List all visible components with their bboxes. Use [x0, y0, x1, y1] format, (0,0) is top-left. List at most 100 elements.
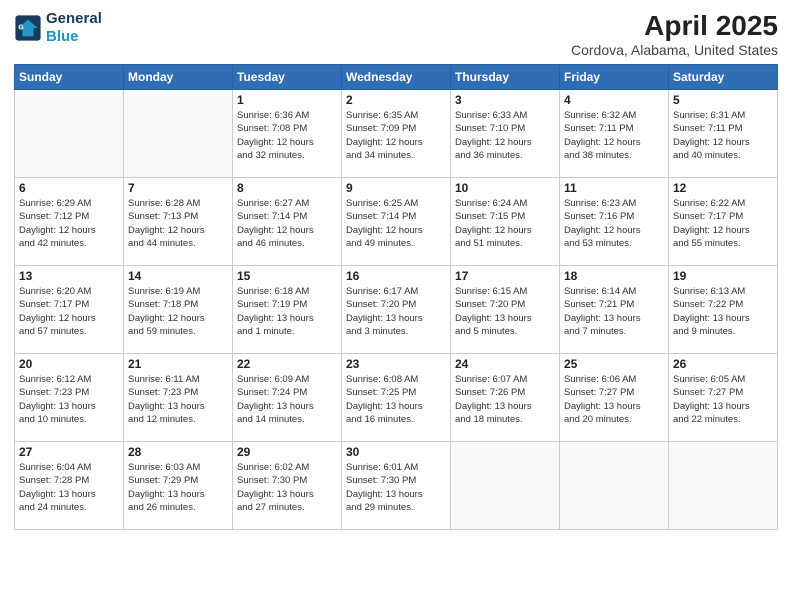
day-number: 5 — [673, 93, 773, 107]
title-block: April 2025 Cordova, Alabama, United Stat… — [571, 10, 778, 58]
day-info: Sunrise: 6:23 AMSunset: 7:16 PMDaylight:… — [564, 197, 664, 250]
calendar-day: 7 Sunrise: 6:28 AMSunset: 7:13 PMDaylight… — [124, 178, 233, 266]
day-info: Sunrise: 6:19 AMSunset: 7:18 PMDaylight:… — [128, 285, 228, 338]
day-info: Sunrise: 6:20 AMSunset: 7:17 PMDaylight:… — [19, 285, 119, 338]
calendar-day: 12Sunrise: 6:22 AMSunset: 7:17 PMDayligh… — [669, 178, 778, 266]
calendar-day: 13 Sunrise: 6:20 AMSunset: 7:17 PMDayligh… — [15, 266, 124, 354]
logo-line1: General — [46, 10, 102, 28]
calendar-header-row: Sunday Monday Tuesday Wednesday Thursday… — [15, 65, 778, 90]
day-info: Sunrise: 6:11 AMSunset: 7:23 PMDaylight:… — [128, 373, 228, 426]
header-sunday: Sunday — [15, 65, 124, 90]
day-number: 28 — [128, 445, 228, 459]
logo-text: General Blue — [46, 10, 102, 46]
day-number: 13 — [19, 269, 119, 283]
calendar-week-3: 13 Sunrise: 6:20 AMSunset: 7:17 PMDayligh… — [15, 266, 778, 354]
calendar-day: 19 Sunrise: 6:13 AMSunset: 7:22 PMDayligh… — [669, 266, 778, 354]
calendar-day: 18 Sunrise: 6:14 AMSunset: 7:21 PMDayligh… — [560, 266, 669, 354]
logo-line2: Blue — [46, 28, 102, 46]
day-info: Sunrise: 6:17 AMSunset: 7:20 PMDaylight:… — [346, 285, 446, 338]
calendar-week-5: 27 Sunrise: 6:04 AMSunset: 7:28 PMDayligh… — [15, 442, 778, 530]
calendar-day: 2 Sunrise: 6:35 AMSunset: 7:09 PMDaylight… — [342, 90, 451, 178]
calendar-day: 11 Sunrise: 6:23 AMSunset: 7:16 PMDayligh… — [560, 178, 669, 266]
calendar-day: 6Sunrise: 6:29 AMSunset: 7:12 PMDaylight… — [15, 178, 124, 266]
calendar-day: 9Sunrise: 6:25 AMSunset: 7:14 PMDaylight… — [342, 178, 451, 266]
day-info: Sunrise: 6:27 AMSunset: 7:14 PMDaylight:… — [237, 197, 337, 250]
day-number: 16 — [346, 269, 446, 283]
day-info: Sunrise: 6:12 AMSunset: 7:23 PMDaylight:… — [19, 373, 119, 426]
calendar-day: 16 Sunrise: 6:17 AMSunset: 7:20 PMDayligh… — [342, 266, 451, 354]
calendar-day: 30Sunrise: 6:01 AMSunset: 7:30 PMDayligh… — [342, 442, 451, 530]
day-info: Sunrise: 6:04 AMSunset: 7:28 PMDaylight:… — [19, 461, 119, 514]
day-info: Sunrise: 6:06 AMSunset: 7:27 PMDaylight:… — [564, 373, 664, 426]
day-number: 11 — [564, 181, 664, 195]
header-tuesday: Tuesday — [233, 65, 342, 90]
day-number: 4 — [564, 93, 664, 107]
day-info: Sunrise: 6:02 AMSunset: 7:30 PMDaylight:… — [237, 461, 337, 514]
calendar-day: 4 Sunrise: 6:32 AMSunset: 7:11 PMDaylight… — [560, 90, 669, 178]
calendar-day — [124, 90, 233, 178]
day-number: 1 — [237, 93, 337, 107]
svg-text:G: G — [18, 24, 24, 31]
day-info: Sunrise: 6:18 AMSunset: 7:19 PMDaylight:… — [237, 285, 337, 338]
calendar-day: 17 Sunrise: 6:15 AMSunset: 7:20 PMDayligh… — [451, 266, 560, 354]
day-number: 10 — [455, 181, 555, 195]
calendar-day: 23 Sunrise: 6:08 AMSunset: 7:25 PMDayligh… — [342, 354, 451, 442]
day-info: Sunrise: 6:13 AMSunset: 7:22 PMDaylight:… — [673, 285, 773, 338]
day-info: Sunrise: 6:08 AMSunset: 7:25 PMDaylight:… — [346, 373, 446, 426]
calendar-day: 26 Sunrise: 6:05 AMSunset: 7:27 PMDayligh… — [669, 354, 778, 442]
day-info: Sunrise: 6:01 AMSunset: 7:30 PMDaylight:… — [346, 461, 446, 514]
calendar-day: 10 Sunrise: 6:24 AMSunset: 7:15 PMDayligh… — [451, 178, 560, 266]
calendar-day: 29 Sunrise: 6:02 AMSunset: 7:30 PMDayligh… — [233, 442, 342, 530]
day-number: 20 — [19, 357, 119, 371]
calendar-subtitle: Cordova, Alabama, United States — [571, 42, 778, 58]
calendar-day: 15 Sunrise: 6:18 AMSunset: 7:19 PMDayligh… — [233, 266, 342, 354]
page: G General Blue April 2025 Cordova, Alaba… — [0, 0, 792, 612]
day-info: Sunrise: 6:14 AMSunset: 7:21 PMDaylight:… — [564, 285, 664, 338]
day-info: Sunrise: 6:29 AMSunset: 7:12 PMDaylight:… — [19, 197, 119, 250]
day-number: 7 — [128, 181, 228, 195]
calendar-day: 25Sunrise: 6:06 AMSunset: 7:27 PMDayligh… — [560, 354, 669, 442]
day-number: 18 — [564, 269, 664, 283]
day-number: 15 — [237, 269, 337, 283]
calendar-day — [560, 442, 669, 530]
day-number: 3 — [455, 93, 555, 107]
day-info: Sunrise: 6:15 AMSunset: 7:20 PMDaylight:… — [455, 285, 555, 338]
calendar-day: 24 Sunrise: 6:07 AMSunset: 7:26 PMDayligh… — [451, 354, 560, 442]
day-number: 17 — [455, 269, 555, 283]
day-info: Sunrise: 6:05 AMSunset: 7:27 PMDaylight:… — [673, 373, 773, 426]
header-thursday: Thursday — [451, 65, 560, 90]
logo-icon: G — [14, 14, 42, 42]
header: G General Blue April 2025 Cordova, Alaba… — [14, 10, 778, 58]
day-number: 19 — [673, 269, 773, 283]
day-number: 29 — [237, 445, 337, 459]
logo: G General Blue — [14, 10, 102, 46]
header-friday: Friday — [560, 65, 669, 90]
calendar-day: 5Sunrise: 6:31 AMSunset: 7:11 PMDaylight… — [669, 90, 778, 178]
header-monday: Monday — [124, 65, 233, 90]
day-number: 24 — [455, 357, 555, 371]
day-info: Sunrise: 6:35 AMSunset: 7:09 PMDaylight:… — [346, 109, 446, 162]
calendar-week-2: 6Sunrise: 6:29 AMSunset: 7:12 PMDaylight… — [15, 178, 778, 266]
day-info: Sunrise: 6:28 AMSunset: 7:13 PMDaylight:… — [128, 197, 228, 250]
day-number: 2 — [346, 93, 446, 107]
day-info: Sunrise: 6:03 AMSunset: 7:29 PMDaylight:… — [128, 461, 228, 514]
calendar-day: 3 Sunrise: 6:33 AMSunset: 7:10 PMDaylight… — [451, 90, 560, 178]
day-info: Sunrise: 6:32 AMSunset: 7:11 PMDaylight:… — [564, 109, 664, 162]
day-info: Sunrise: 6:25 AMSunset: 7:14 PMDaylight:… — [346, 197, 446, 250]
calendar-day: 1Sunrise: 6:36 AMSunset: 7:08 PMDaylight… — [233, 90, 342, 178]
day-info: Sunrise: 6:24 AMSunset: 7:15 PMDaylight:… — [455, 197, 555, 250]
day-number: 27 — [19, 445, 119, 459]
day-info: Sunrise: 6:07 AMSunset: 7:26 PMDaylight:… — [455, 373, 555, 426]
day-info: Sunrise: 6:09 AMSunset: 7:24 PMDaylight:… — [237, 373, 337, 426]
calendar-day: 28 Sunrise: 6:03 AMSunset: 7:29 PMDayligh… — [124, 442, 233, 530]
day-info: Sunrise: 6:33 AMSunset: 7:10 PMDaylight:… — [455, 109, 555, 162]
calendar-day: 21Sunrise: 6:11 AMSunset: 7:23 PMDayligh… — [124, 354, 233, 442]
calendar-day: 14Sunrise: 6:19 AMSunset: 7:18 PMDayligh… — [124, 266, 233, 354]
header-saturday: Saturday — [669, 65, 778, 90]
calendar-day — [15, 90, 124, 178]
header-wednesday: Wednesday — [342, 65, 451, 90]
calendar-day — [669, 442, 778, 530]
day-number: 26 — [673, 357, 773, 371]
day-number: 23 — [346, 357, 446, 371]
calendar-day — [451, 442, 560, 530]
